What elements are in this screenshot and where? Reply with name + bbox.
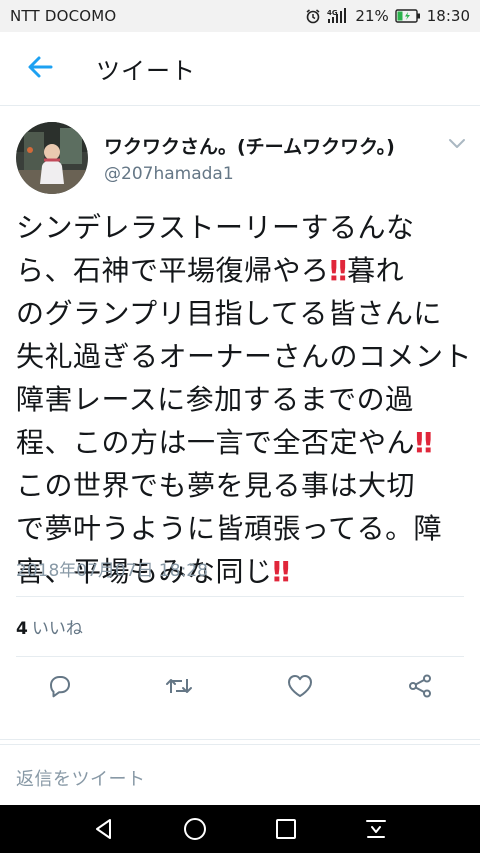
double-exclamation-icon: ‼ (415, 426, 432, 459)
author-name[interactable]: ワクワクさん。(チームワクワク。) (104, 132, 395, 159)
share-icon (407, 673, 433, 703)
tweet-line: 障害レースに参加するまでの過 (16, 383, 414, 416)
arrow-left-icon (26, 53, 54, 85)
tweet-timestamp[interactable]: 2018年07月07日 18:28 (16, 556, 208, 581)
tweet-line: のグランプリ目指してる皆さんに (16, 297, 442, 330)
divider (0, 726, 480, 740)
battery-percent: 21% (355, 7, 389, 25)
status-indicators: 4G 21% 18:30 (305, 7, 470, 25)
status-bar: NTT DOCOMO 4G 21% 18:30 (0, 0, 480, 32)
alarm-icon (305, 8, 321, 24)
nav-recents-icon[interactable] (274, 817, 298, 841)
chevron-down-icon[interactable] (446, 132, 468, 154)
double-exclamation-icon: ‼ (329, 254, 347, 287)
like-count: 4 (16, 619, 28, 639)
reply-button[interactable] (46, 674, 74, 702)
nav-home-icon[interactable] (183, 817, 207, 841)
tweet-text: シンデレラストーリーするんな ら、石神で平場復帰やろ‼ 暮れ のグランプリ目指して… (16, 206, 472, 593)
divider (16, 596, 464, 597)
system-nav-bar (0, 805, 480, 853)
avatar[interactable] (16, 122, 88, 194)
battery-icon (395, 9, 421, 23)
heart-icon (286, 673, 314, 703)
tweet-line: この世界でも夢を見る事は大切 (16, 469, 416, 502)
tweet-line: 程、この方は一言で全否定やん‼ (16, 426, 432, 459)
tweet-line: ら、石神で平場復帰やろ‼ 暮れ (16, 254, 405, 287)
nav-back-icon[interactable] (92, 817, 116, 841)
author-handle[interactable]: @207hamada1 (104, 164, 234, 184)
clock: 18:30 (426, 7, 470, 25)
app-bar: ツイート (0, 32, 480, 106)
divider (16, 656, 464, 657)
reply-input-placeholder[interactable]: 返信をツイート (16, 765, 146, 791)
reply-box[interactable]: 返信をツイート (0, 744, 480, 804)
nav-notifications-icon[interactable] (364, 817, 388, 841)
page-title: ツイート (96, 57, 196, 85)
like-button[interactable] (286, 674, 314, 702)
back-button[interactable] (0, 32, 80, 106)
tweet-line: 失礼過ぎるオーナーさんのコメント (16, 340, 473, 373)
tweet-line: シンデレラストーリーするんな (16, 211, 415, 244)
retweet-button[interactable] (165, 674, 193, 702)
reply-icon (47, 673, 73, 703)
tweet-actions (0, 662, 480, 714)
like-label: いいね (31, 619, 83, 639)
tweet-line: で夢叶うように皆頑張ってる。障 (16, 512, 443, 545)
like-count-row[interactable]: 4 いいね (16, 614, 83, 639)
share-button[interactable] (406, 674, 434, 702)
tweet-header: ワクワクさん。(チームワクワク。) @207hamada1 (0, 106, 480, 202)
network-icon: 4G (327, 8, 349, 24)
double-exclamation-icon: ‼ (272, 555, 290, 588)
retweet-icon (164, 673, 194, 703)
carrier-label: NTT DOCOMO (10, 7, 117, 25)
